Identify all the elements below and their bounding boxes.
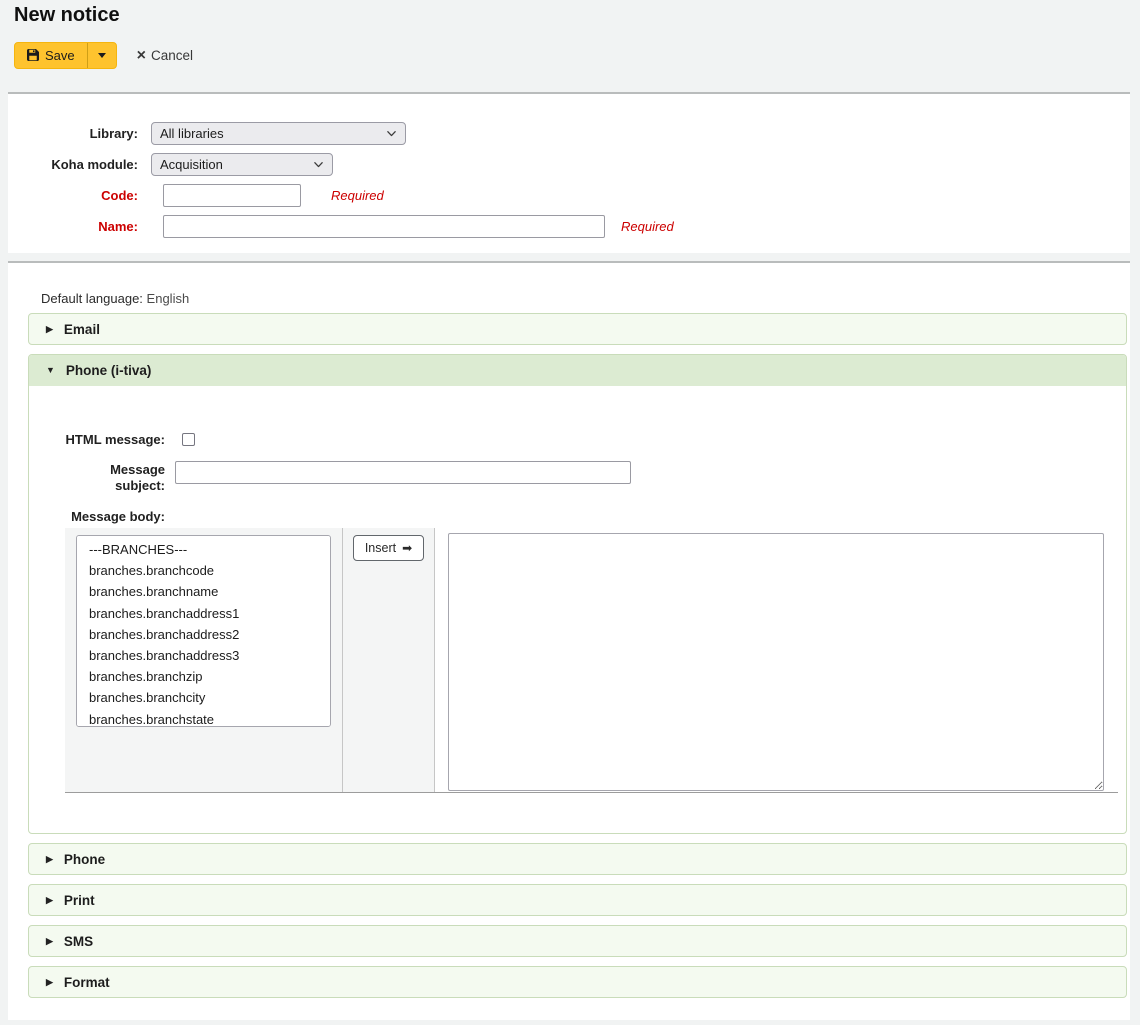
section-format[interactable]: ▶ Format [28, 966, 1127, 998]
name-label: Name: [8, 215, 138, 234]
name-required-note: Required [621, 215, 674, 234]
message-body-table: ---BRANCHES---branches.branchcodebranche… [65, 528, 1118, 793]
name-row: Name: Required [8, 215, 1130, 238]
cancel-button[interactable]: × Cancel [137, 48, 193, 63]
arrow-right-icon: ➡ [402, 542, 412, 554]
field-option[interactable]: branches.branchaddress2 [77, 624, 330, 645]
library-select[interactable]: All libraries [151, 122, 406, 145]
insert-cell: Insert ➡ [343, 528, 435, 792]
message-body-label: Message body: [29, 508, 165, 525]
message-subject-row: Message subject: [29, 461, 1126, 494]
library-label: Library: [8, 122, 138, 141]
section-phone-label: Phone [64, 852, 105, 867]
koha-module-label: Koha module: [8, 153, 138, 172]
notice-settings-panel: Library: All libraries Koha module: Acqu… [8, 92, 1130, 253]
page-title: New notice [14, 4, 1140, 27]
code-row: Code: Required [8, 184, 1130, 207]
insert-button[interactable]: Insert ➡ [353, 535, 424, 561]
triangle-right-icon: ▶ [46, 325, 53, 334]
section-sms[interactable]: ▶ SMS [28, 925, 1127, 957]
field-option[interactable]: branches.branchaddress1 [77, 603, 330, 624]
message-subject-input[interactable] [175, 461, 631, 484]
message-subject-label: Message subject: [29, 461, 165, 494]
default-language-value: English [147, 291, 190, 306]
chevron-down-icon [98, 53, 106, 58]
floppy-disk-icon [27, 49, 39, 61]
insert-button-label: Insert [365, 541, 396, 555]
cancel-button-label: Cancel [151, 48, 193, 63]
field-option[interactable]: ---BRANCHES--- [77, 539, 330, 560]
message-body-row: Message body: [29, 508, 1126, 525]
default-language-label: Default language: [41, 291, 143, 306]
section-sms-label: SMS [64, 934, 93, 949]
library-row: Library: All libraries [8, 122, 1130, 145]
triangle-right-icon: ▶ [46, 978, 53, 987]
field-option[interactable]: branches.branchcity [77, 687, 330, 708]
save-button-label: Save [45, 48, 75, 63]
notice-content-panel: Default language: English ▶ Email ▼ Phon… [8, 261, 1130, 1020]
triangle-right-icon: ▶ [46, 896, 53, 905]
html-message-checkbox[interactable] [182, 433, 195, 446]
field-option[interactable]: branches.branchaddress3 [77, 645, 330, 666]
section-print-label: Print [64, 893, 95, 908]
html-message-row: HTML message: [29, 431, 1126, 448]
field-list-cell: ---BRANCHES---branches.branchcodebranche… [65, 528, 343, 792]
section-email-label: Email [64, 322, 100, 337]
html-message-label: HTML message: [29, 431, 165, 448]
koha-module-select[interactable]: Acquisition [151, 153, 333, 176]
triangle-right-icon: ▶ [46, 855, 53, 864]
section-email[interactable]: ▶ Email [28, 313, 1127, 345]
name-input[interactable] [163, 215, 605, 238]
triangle-down-icon: ▼ [46, 366, 55, 375]
save-button-group: Save [14, 42, 117, 69]
section-phone-itiva: ▼ Phone (i-tiva) HTML message: Message s… [28, 354, 1127, 834]
koha-module-row: Koha module: Acquisition [8, 153, 1130, 176]
code-input[interactable] [163, 184, 301, 207]
phone-itiva-editor: HTML message: Message subject: Message b… [29, 386, 1126, 833]
toolbar: Save × Cancel [14, 41, 1140, 69]
code-required-note: Required [331, 184, 384, 203]
section-phone[interactable]: ▶ Phone [28, 843, 1127, 875]
save-button[interactable]: Save [15, 43, 87, 68]
field-listbox[interactable]: ---BRANCHES---branches.branchcodebranche… [76, 535, 331, 727]
field-option[interactable]: branches.branchname [77, 581, 330, 602]
editor-cell [435, 528, 1118, 792]
field-option[interactable]: branches.branchzip [77, 666, 330, 687]
section-phone-itiva-label: Phone (i-tiva) [66, 363, 152, 378]
close-icon: × [137, 49, 146, 62]
field-option[interactable]: branches.branchcode [77, 560, 330, 581]
default-language: Default language: English [41, 291, 1119, 306]
message-body-textarea[interactable] [448, 533, 1104, 791]
section-phone-itiva-header[interactable]: ▼ Phone (i-tiva) [29, 355, 1126, 386]
field-option[interactable]: branches.branchstate [77, 709, 330, 727]
section-format-label: Format [64, 975, 110, 990]
code-label: Code: [8, 184, 138, 203]
save-dropdown-toggle[interactable] [87, 43, 116, 68]
section-print[interactable]: ▶ Print [28, 884, 1127, 916]
triangle-right-icon: ▶ [46, 937, 53, 946]
